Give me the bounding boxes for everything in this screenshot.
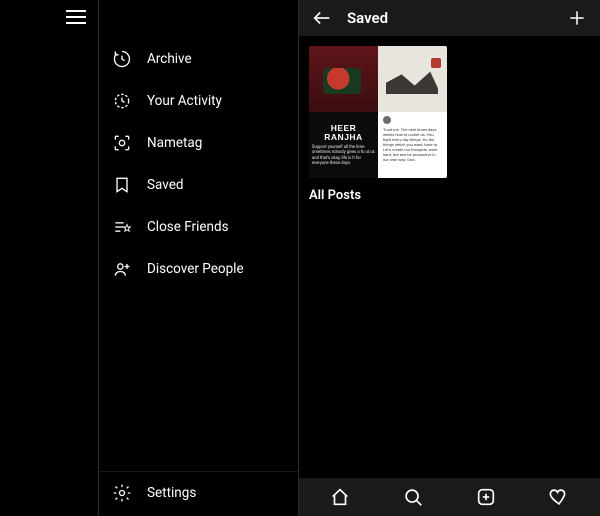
- page-title: Saved: [347, 9, 552, 27]
- thumb-body: Trust me. The next times days weeks how …: [383, 127, 442, 162]
- sidebar-menu: Archive Your Activity Nametag: [99, 38, 298, 471]
- discover-people-icon: [111, 258, 133, 280]
- main: Saved HEER RANJHA Support yourself all t…: [299, 0, 600, 516]
- close-friends-icon: [111, 216, 133, 238]
- sidebar-item-label: Nametag: [147, 135, 202, 151]
- hamburger-icon[interactable]: [66, 10, 86, 24]
- sidebar-item-label: Archive: [147, 51, 192, 67]
- thumb-caption: Support yourself all the time. ometimes …: [312, 145, 375, 166]
- thumb-tile: HEER RANJHA Support yourself all the tim…: [309, 112, 378, 178]
- add-icon[interactable]: [566, 7, 588, 29]
- sidebar-item-label: Discover People: [147, 261, 244, 277]
- bookmark-icon: [111, 174, 133, 196]
- sidebar: Archive Your Activity Nametag: [99, 0, 299, 516]
- collection-thumbnail: HEER RANJHA Support yourself all the tim…: [309, 46, 447, 178]
- sidebar-item-nametag[interactable]: Nametag: [99, 122, 298, 164]
- sidebar-top-spacer: [99, 0, 298, 38]
- avatar-icon: [383, 116, 391, 124]
- sidebar-item-close-friends[interactable]: Close Friends: [99, 206, 298, 248]
- collection-all-posts[interactable]: HEER RANJHA Support yourself all the tim…: [309, 46, 447, 203]
- nametag-icon: [111, 132, 133, 154]
- sidebar-item-label: Close Friends: [147, 219, 229, 235]
- sidebar-item-label: Your Activity: [147, 93, 222, 109]
- sidebar-item-your-activity[interactable]: Your Activity: [99, 80, 298, 122]
- bottom-nav: [299, 478, 600, 516]
- sidebar-item-settings[interactable]: Settings: [99, 471, 298, 516]
- content: HEER RANJHA Support yourself all the tim…: [299, 36, 600, 478]
- sidebar-item-label: Settings: [147, 485, 196, 501]
- nav-home[interactable]: [318, 478, 362, 516]
- sidebar-item-saved[interactable]: Saved: [99, 164, 298, 206]
- gear-icon: [111, 482, 133, 504]
- back-icon[interactable]: [311, 7, 333, 29]
- collection-label: All Posts: [309, 188, 447, 203]
- nav-search[interactable]: [391, 478, 435, 516]
- left-gutter: [0, 0, 99, 516]
- sidebar-item-discover-people[interactable]: Discover People: [99, 248, 298, 290]
- sidebar-item-archive[interactable]: Archive: [99, 38, 298, 80]
- header: Saved: [299, 0, 600, 36]
- thumb-tile: Trust me. The next times days weeks how …: [378, 112, 447, 178]
- nav-add-post[interactable]: [464, 478, 508, 516]
- thumb-tile: [378, 46, 447, 112]
- thumb-heading: RANJHA: [312, 133, 375, 142]
- thumb-tile: [309, 46, 378, 112]
- activity-clock-icon: [111, 90, 133, 112]
- archive-icon: [111, 48, 133, 70]
- nav-activity[interactable]: [537, 478, 581, 516]
- sidebar-item-label: Saved: [147, 177, 184, 193]
